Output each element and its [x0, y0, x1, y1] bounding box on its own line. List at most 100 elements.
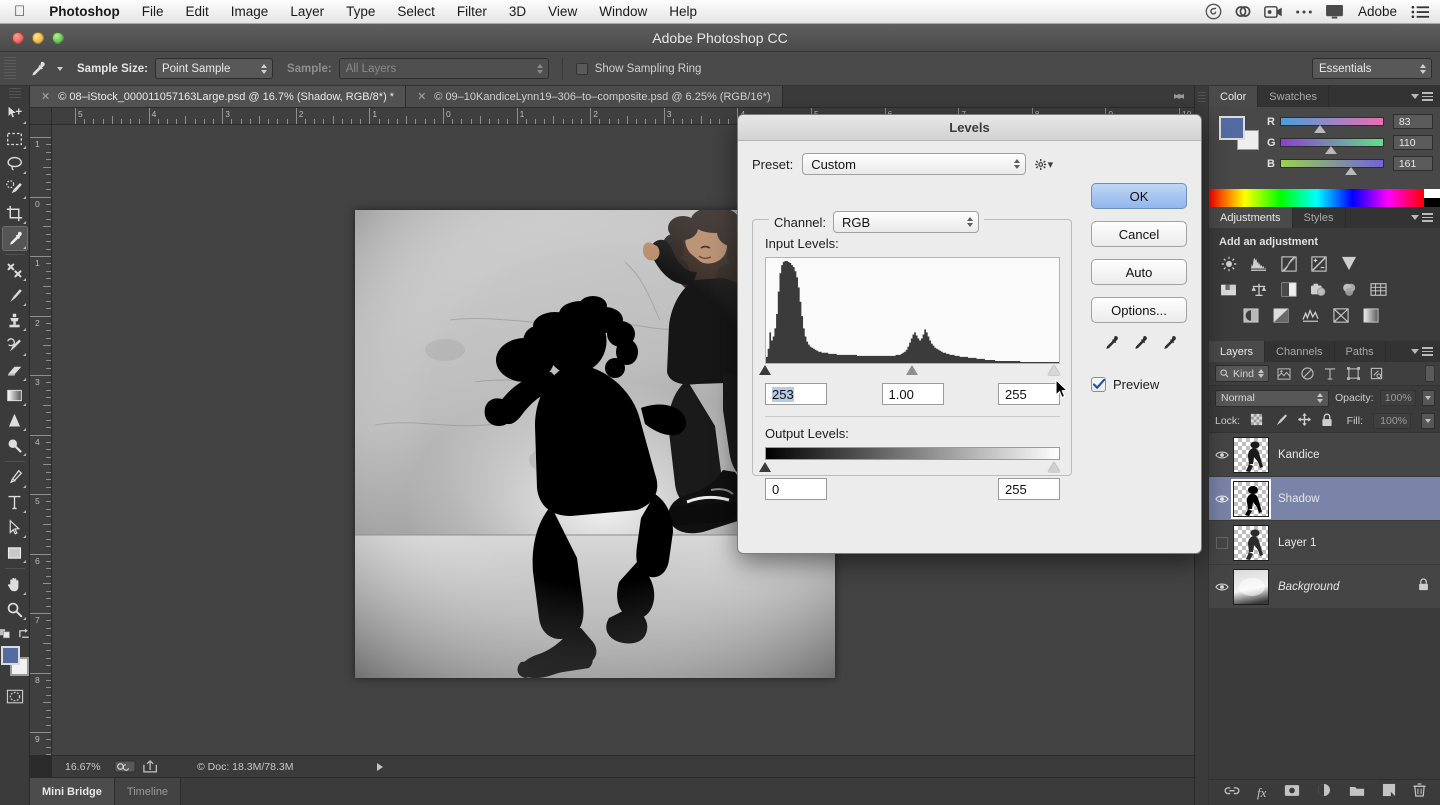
dodge-tool[interactable]	[2, 433, 28, 458]
output-slider-track[interactable]	[765, 462, 1060, 474]
menu-item-image[interactable]: Image	[220, 0, 280, 24]
apple-menu-icon[interactable]: 	[0, 4, 38, 19]
toolbar-grip[interactable]	[9, 88, 21, 98]
foreground-color-swatch[interactable]	[1219, 116, 1245, 140]
cancel-button[interactable]: Cancel	[1091, 221, 1187, 247]
lock-transparent-icon[interactable]	[1250, 413, 1263, 429]
move-tool[interactable]	[2, 101, 28, 126]
tab-adjustments[interactable]: Adjustments	[1209, 207, 1293, 228]
color-lookup-icon[interactable]	[1369, 281, 1388, 298]
layer-thumbnail[interactable]	[1233, 437, 1269, 473]
auto-button[interactable]: Auto	[1091, 259, 1187, 285]
hue-saturation-icon[interactable]	[1219, 281, 1238, 298]
preview-checkbox[interactable]	[1091, 377, 1106, 392]
tab-timeline[interactable]: Timeline	[115, 778, 181, 805]
healing-brush-tool[interactable]	[2, 258, 28, 283]
creative-cloud-icon[interactable]	[1234, 3, 1252, 20]
eyedropper-tool[interactable]	[2, 226, 28, 251]
selective-color-icon[interactable]	[1361, 307, 1380, 324]
panel-menu-icon[interactable]	[1403, 207, 1440, 228]
default-colors-icon[interactable]	[0, 627, 13, 640]
sample-size-select[interactable]: Point Sample	[155, 58, 273, 79]
layer-row-shadow[interactable]: Shadow	[1209, 477, 1440, 521]
opacity-value[interactable]: 100%	[1380, 390, 1416, 406]
threshold-icon[interactable]	[1301, 307, 1320, 324]
ruler-corner[interactable]	[30, 108, 52, 125]
input-gamma-field[interactable]: 1.00	[882, 383, 944, 405]
layer-thumbnail[interactable]	[1233, 525, 1269, 561]
options-bar-grip[interactable]	[4, 57, 16, 81]
g-slider[interactable]	[1280, 138, 1384, 147]
channel-select[interactable]: RGB	[833, 211, 979, 233]
tab-swatches[interactable]: Swatches	[1258, 86, 1329, 107]
spiral-icon[interactable]	[1205, 3, 1222, 20]
g-slider-thumb[interactable]	[1325, 146, 1337, 154]
opacity-dropdown-icon[interactable]	[1422, 390, 1435, 406]
menu-item-type[interactable]: Type	[335, 0, 386, 24]
layer-row-kandice[interactable]: Kandice	[1209, 433, 1440, 477]
input-black-field[interactable]: 253	[765, 383, 827, 405]
lock-position-icon[interactable]	[1298, 413, 1311, 429]
blur-tool[interactable]	[2, 408, 28, 433]
menu-item-select[interactable]: Select	[386, 0, 446, 24]
adobe-label[interactable]: Adobe	[1356, 0, 1399, 24]
show-sampling-ring-checkbox[interactable]	[576, 63, 588, 75]
input-gamma-slider[interactable]	[906, 365, 918, 375]
set-white-point-icon[interactable]	[1160, 335, 1177, 355]
input-histogram[interactable]	[765, 257, 1060, 364]
minimize-button[interactable]	[32, 32, 44, 44]
eraser-tool[interactable]	[2, 358, 28, 383]
share-icon[interactable]	[143, 760, 159, 773]
type-tool[interactable]	[2, 490, 28, 515]
workspace-select[interactable]: Essentials	[1312, 58, 1432, 79]
tab-layers[interactable]: Layers	[1209, 341, 1265, 362]
pen-tool[interactable]	[2, 465, 28, 490]
layer-visibility-toggle[interactable]	[1211, 537, 1233, 549]
rectangle-shape-tool[interactable]	[2, 540, 28, 565]
document-tab-0[interactable]: ✕ © 08–iStock_000011057163Large.psd @ 16…	[30, 86, 406, 107]
fx-icon[interactable]: fx	[1257, 785, 1266, 801]
lock-all-icon[interactable]	[1321, 413, 1333, 430]
link-icon[interactable]	[1224, 784, 1240, 802]
layer-filter-toggle[interactable]	[1425, 365, 1435, 382]
layer-row-background[interactable]: Background	[1209, 565, 1440, 609]
zoom-button[interactable]	[52, 32, 64, 44]
layer-row-layer-1[interactable]: Layer 1	[1209, 521, 1440, 565]
list-menu-icon[interactable]	[1411, 5, 1430, 19]
invert-icon[interactable]	[1241, 307, 1260, 324]
color-swatches[interactable]	[1, 646, 29, 676]
g-value[interactable]: 110	[1393, 135, 1433, 150]
new-group-icon[interactable]	[1349, 784, 1365, 802]
color-balance-icon[interactable]	[1249, 281, 1268, 298]
history-brush-tool[interactable]	[2, 333, 28, 358]
tab-styles[interactable]: Styles	[1293, 207, 1346, 228]
layer-name[interactable]: Background	[1278, 581, 1339, 593]
shape-filter-icon[interactable]	[1345, 366, 1361, 381]
display-icon[interactable]	[1325, 4, 1344, 19]
fill-value[interactable]: 100%	[1373, 413, 1411, 429]
curves-icon[interactable]	[1279, 255, 1298, 272]
input-white-field[interactable]: 255	[998, 383, 1060, 405]
smart-object-filter-icon[interactable]	[1368, 366, 1384, 381]
input-white-point-slider[interactable]	[1048, 365, 1060, 375]
b-slider-thumb[interactable]	[1345, 167, 1357, 175]
r-value[interactable]: 83	[1393, 114, 1433, 129]
tab-mini-bridge[interactable]: Mini Bridge	[30, 778, 115, 805]
layer-visibility-toggle[interactable]	[1211, 494, 1233, 504]
menu-item-3d[interactable]: 3D	[498, 0, 537, 24]
gradient-tool[interactable]	[2, 383, 28, 408]
black-white-icon[interactable]	[1279, 281, 1298, 298]
menu-item-photoshop[interactable]: Photoshop	[38, 0, 131, 24]
pixel-filter-icon[interactable]	[1276, 366, 1292, 381]
input-black-point-slider[interactable]	[759, 365, 771, 375]
delete-layer-icon[interactable]	[1413, 783, 1426, 802]
panel-menu-icon[interactable]	[1403, 341, 1440, 362]
zoom-level[interactable]: 16.67%	[52, 761, 114, 773]
b-value[interactable]: 161	[1393, 156, 1433, 171]
crop-tool[interactable]	[2, 201, 28, 226]
tool-preset-chevron-icon[interactable]	[57, 67, 63, 71]
lasso-tool[interactable]	[2, 151, 28, 176]
levels-icon[interactable]	[1249, 255, 1268, 272]
type-filter-icon[interactable]	[1322, 366, 1338, 381]
settings-icon[interactable]	[114, 760, 136, 773]
